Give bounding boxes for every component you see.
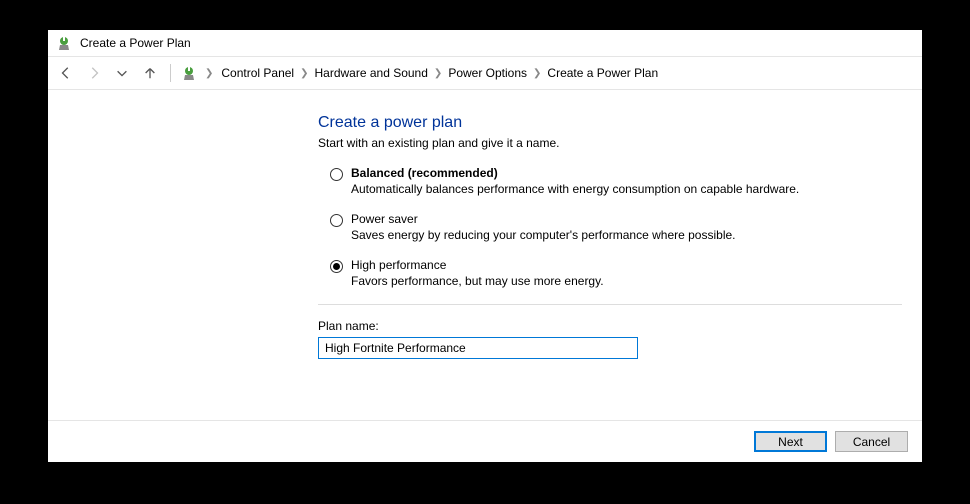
breadcrumb-item[interactable]: Hardware and Sound <box>315 66 428 80</box>
option-desc: Saves energy by reducing your computer's… <box>351 228 736 242</box>
next-button[interactable]: Next <box>754 431 827 452</box>
plan-name-input[interactable] <box>318 337 638 359</box>
chevron-right-icon: ❯ <box>205 68 213 79</box>
footer: Next Cancel <box>48 420 922 462</box>
breadcrumb-item[interactable]: Create a Power Plan <box>547 66 658 80</box>
option-balanced[interactable]: Balanced (recommended) Automatically bal… <box>330 166 902 196</box>
power-options-icon <box>56 35 72 51</box>
chevron-right-icon: ❯ <box>533 68 541 79</box>
radio-power-saver[interactable] <box>330 214 343 227</box>
page-heading: Create a power plan <box>318 114 902 132</box>
forward-button[interactable] <box>84 63 104 83</box>
divider <box>318 304 902 305</box>
plan-name-label: Plan name: <box>318 319 902 333</box>
breadcrumb-icon <box>181 65 197 81</box>
chevron-right-icon: ❯ <box>300 68 308 79</box>
content-area: Create a power plan Start with an existi… <box>48 90 922 420</box>
breadcrumb-item[interactable]: Control Panel <box>221 66 294 80</box>
breadcrumb-item[interactable]: Power Options <box>448 66 527 80</box>
recent-dropdown[interactable] <box>112 63 132 83</box>
option-desc: Automatically balances performance with … <box>351 182 799 196</box>
chevron-right-icon: ❯ <box>434 68 442 79</box>
option-high-performance[interactable]: High performance Favors performance, but… <box>330 258 902 288</box>
up-button[interactable] <box>140 63 160 83</box>
option-label: Balanced (recommended) <box>351 166 799 180</box>
back-button[interactable] <box>56 63 76 83</box>
radio-high-performance[interactable] <box>330 260 343 273</box>
cancel-button[interactable]: Cancel <box>835 431 908 452</box>
plan-options: Balanced (recommended) Automatically bal… <box>330 166 902 288</box>
navigation-bar: ❯ Control Panel ❯ Hardware and Sound ❯ P… <box>48 56 922 90</box>
page-subheading: Start with an existing plan and give it … <box>318 136 902 150</box>
option-label: Power saver <box>351 212 736 226</box>
window: Create a Power Plan ❯ Control Panel ❯ Ha… <box>48 30 922 462</box>
nav-separator <box>170 64 171 82</box>
titlebar: Create a Power Plan <box>48 30 922 56</box>
window-title: Create a Power Plan <box>80 36 191 50</box>
option-label: High performance <box>351 258 604 272</box>
option-desc: Favors performance, but may use more ene… <box>351 274 604 288</box>
radio-balanced[interactable] <box>330 168 343 181</box>
option-power-saver[interactable]: Power saver Saves energy by reducing you… <box>330 212 902 242</box>
breadcrumb: Control Panel ❯ Hardware and Sound ❯ Pow… <box>221 66 658 80</box>
